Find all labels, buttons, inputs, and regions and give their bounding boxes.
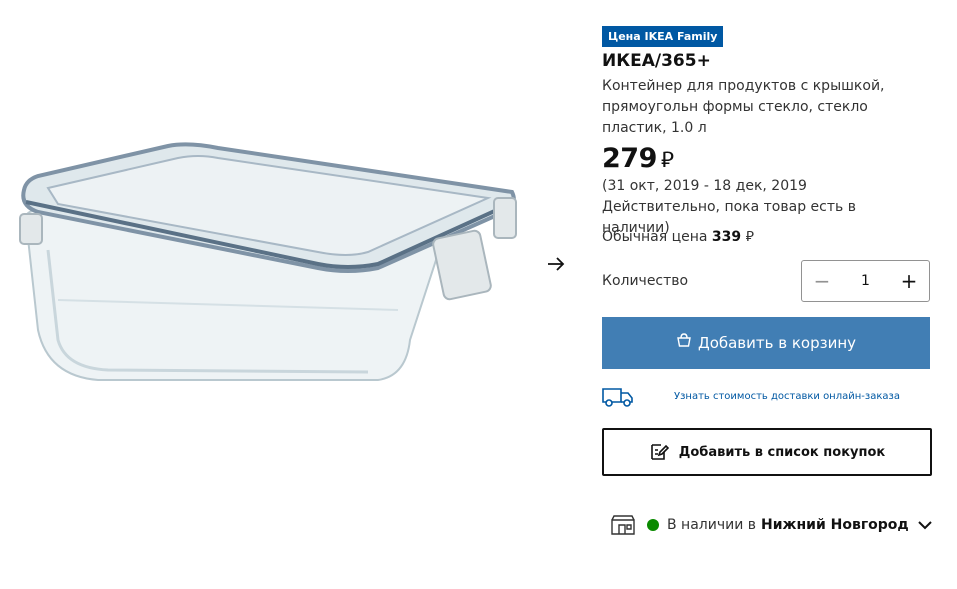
ikea-family-price-badge: Цена IKEA Family [602,26,724,47]
quantity-label: Количество [602,273,689,289]
product-name: ИКЕА/365+ [602,51,711,71]
delivery-cost-link[interactable]: Узнать стоимость доставки онлайн-заказа [674,391,900,402]
product-image [19,142,517,381]
quantity-stepper: − 1 + [801,260,930,302]
store-icon [611,515,635,535]
currency-symbol: ⃏ [660,148,674,173]
quantity-value[interactable]: 1 [842,273,889,289]
truck-icon [602,388,633,407]
increment-button[interactable]: + [889,261,929,301]
regular-price: Обычная цена 339 ⃏ [602,227,754,245]
price-value: 279 [602,143,657,174]
regular-price-currency: ⃏ [745,229,754,245]
store-name: Нижний Новгород [761,517,909,533]
product-price: 279 ⃏ [602,143,674,174]
add-to-cart-label: Добавить в корзину [697,334,857,352]
add-to-shopping-list-button[interactable]: Добавить в список покупок [602,428,932,476]
edit-list-icon [650,444,669,460]
stock-status-dot [647,519,659,531]
add-to-list-label: Добавить в список покупок [678,444,886,460]
add-to-cart-button[interactable]: Добавить в корзину [602,317,930,369]
product-description: Контейнер для продуктов с крышкой, прямо… [602,78,885,136]
stock-availability[interactable]: В наличии в Нижний Новгород [611,515,933,535]
stock-prefix: В наличии в [667,517,757,533]
decrement-button[interactable]: − [802,261,842,301]
shopping-bag-icon [677,333,691,347]
regular-price-label: Обычная цена [602,229,708,245]
regular-price-value: 339 [711,229,742,245]
arrow-right-icon[interactable] [545,253,567,275]
chevron-down-icon[interactable] [917,519,933,531]
